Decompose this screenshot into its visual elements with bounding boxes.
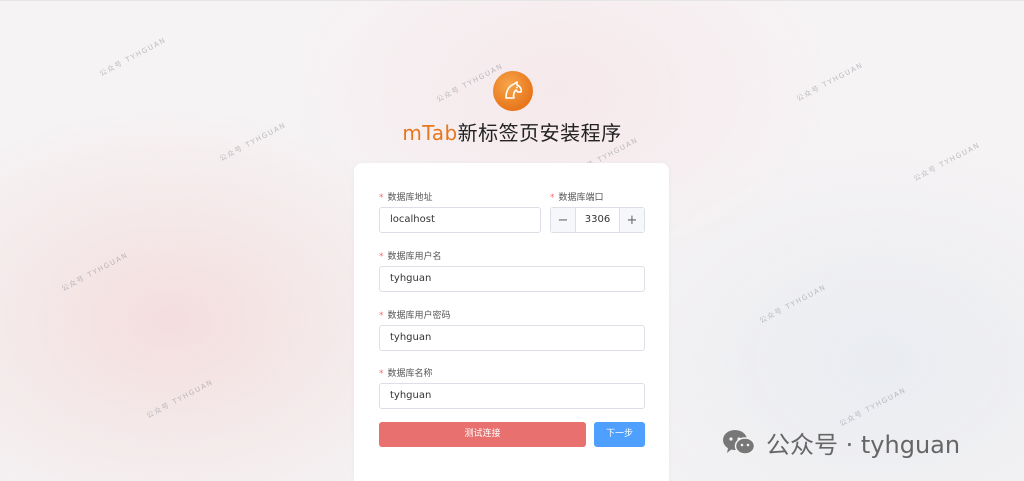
db-user-input[interactable]: tyhguan bbox=[379, 266, 645, 292]
watermark-text: 公众号 TYHGUAN bbox=[795, 61, 865, 103]
db-address-input[interactable]: localhost bbox=[379, 207, 541, 233]
test-connection-button[interactable]: 测试连接 bbox=[379, 422, 586, 447]
watermark-text: 公众号 TYHGUAN bbox=[60, 251, 130, 293]
watermark-text: 公众号 TYHGUAN bbox=[145, 378, 215, 420]
page-title: mTab新标签页安装程序 bbox=[0, 117, 1024, 146]
required-mark: * bbox=[379, 193, 384, 203]
required-mark: * bbox=[379, 252, 384, 262]
db-password-label-text: 数据库用户密码 bbox=[387, 311, 451, 321]
watermark-text: 公众号 TYHGUAN bbox=[838, 386, 908, 428]
db-password-input[interactable]: tyhguan bbox=[379, 325, 645, 351]
required-mark: * bbox=[379, 369, 384, 379]
port-decrement-button[interactable]: − bbox=[551, 208, 576, 232]
watermark-text: 公众号 TYHGUAN bbox=[912, 141, 982, 183]
required-mark: * bbox=[379, 311, 384, 321]
db-port-stepper: − 3306 + bbox=[550, 207, 645, 233]
db-port-label: * 数据库端口 bbox=[550, 190, 604, 203]
db-address-label: * 数据库地址 bbox=[379, 190, 433, 203]
next-step-button[interactable]: 下一步 bbox=[594, 422, 645, 447]
brand-name: mTab bbox=[402, 121, 458, 145]
install-form-card: * 数据库地址 localhost * 数据库端口 − 3306 + * 数据库用户名… bbox=[354, 163, 669, 481]
watermark-text: 公众号 TYHGUAN bbox=[758, 283, 828, 325]
required-mark: * bbox=[550, 193, 555, 203]
db-name-label-text: 数据库名称 bbox=[387, 369, 433, 379]
app-logo bbox=[493, 71, 533, 111]
db-user-label: * 数据库用户名 bbox=[379, 249, 442, 262]
top-divider bbox=[0, 0, 1024, 1]
wechat-watermark: 公众号 · tyhguan bbox=[722, 425, 960, 460]
port-increment-button[interactable]: + bbox=[619, 208, 644, 232]
db-name-input[interactable]: tyhguan bbox=[379, 383, 645, 409]
db-password-label: * 数据库用户密码 bbox=[379, 308, 451, 321]
horse-head-icon bbox=[505, 81, 523, 99]
db-name-label: * 数据库名称 bbox=[379, 366, 433, 379]
db-address-label-text: 数据库地址 bbox=[387, 193, 433, 203]
title-text: 新标签页安装程序 bbox=[457, 121, 622, 145]
watermark-text: 公众号 TYHGUAN bbox=[98, 36, 168, 78]
wechat-icon bbox=[723, 429, 756, 455]
db-port-input[interactable]: 3306 bbox=[576, 208, 619, 232]
db-user-label-text: 数据库用户名 bbox=[387, 252, 442, 262]
db-port-label-text: 数据库端口 bbox=[558, 193, 604, 203]
wechat-account-text: 公众号 · tyhguan bbox=[766, 431, 961, 459]
